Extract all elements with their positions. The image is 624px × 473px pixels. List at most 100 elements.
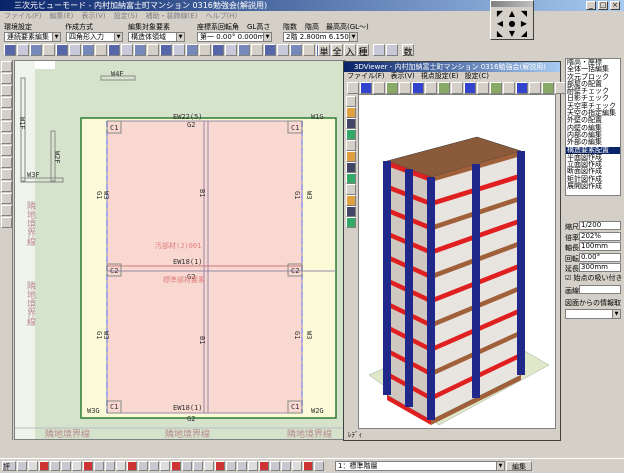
viewer-side-button[interactable] (346, 151, 356, 162)
viewer-side-button[interactable] (346, 206, 356, 217)
side-field[interactable]: 延長 300mm (565, 263, 621, 273)
viewer-side-button[interactable] (346, 184, 356, 195)
viewer-menu-file[interactable]: ファイル(F) (347, 72, 385, 81)
viewer-menu-view[interactable]: 表示(V) (391, 72, 415, 81)
viewer-side-button[interactable] (346, 129, 356, 140)
side-field[interactable]: 回転 0.00° (565, 252, 621, 263)
bottom-tool-button[interactable] (127, 461, 137, 471)
side-field[interactable]: 倍率 202% (565, 231, 621, 242)
side-field[interactable]: 軸長 100mm (565, 242, 621, 252)
arrow-down-icon[interactable]: ▼ (506, 29, 518, 39)
bottom-tool-button[interactable] (237, 461, 247, 471)
side-tool-button[interactable] (1, 73, 12, 84)
line-field[interactable]: 画線 (565, 285, 621, 295)
info-select[interactable]: ▼ (565, 309, 621, 319)
viewer-tool-button[interactable] (412, 82, 424, 94)
mode-button[interactable]: 評 (2, 461, 16, 471)
viewer-tool-button[interactable] (386, 82, 398, 94)
viewer-side-button[interactable] (346, 195, 356, 206)
side-tool-button[interactable] (1, 85, 12, 96)
viewer-tool-button[interactable] (399, 82, 411, 94)
side-tool-button[interactable] (1, 97, 12, 108)
viewer-side-button[interactable] (346, 96, 356, 107)
toolbar-tool-button[interactable] (121, 44, 133, 56)
viewer-tool-button[interactable] (490, 82, 502, 94)
bottom-tool-button[interactable] (61, 461, 71, 471)
bottom-tool-button[interactable] (314, 461, 324, 471)
floor-select[interactable]: 2階 2.800m 6.150m ▼ (283, 32, 358, 42)
toolbar-tool-button[interactable] (134, 44, 146, 56)
side-tool-button[interactable] (1, 181, 12, 192)
bottom-tool-button[interactable] (182, 461, 192, 471)
toolbar-tool-button[interactable] (212, 44, 224, 56)
toolbar-tool-button[interactable] (69, 44, 81, 56)
menu-file[interactable]: ファイル(F) (4, 11, 42, 21)
bottom-tool-button[interactable] (204, 461, 214, 471)
bottom-tool-button[interactable] (193, 461, 203, 471)
toolbar-tool-button[interactable] (147, 44, 159, 56)
bottom-tool-button[interactable] (259, 461, 269, 471)
viewer-tool-button[interactable] (542, 82, 554, 94)
bottom-tool-button[interactable] (248, 461, 258, 471)
menu-help[interactable]: ヘルプ(H) (205, 11, 237, 21)
viewer-tool-button[interactable] (451, 82, 463, 94)
viewer-tool-button[interactable] (477, 82, 489, 94)
toolbar-tool-button[interactable] (303, 44, 315, 56)
coord-select[interactable]: 第一 0.00° 0.000m ▼ (197, 32, 272, 42)
viewer-tool-button[interactable] (373, 82, 385, 94)
toolbar-tool-button[interactable] (108, 44, 120, 56)
side-tool-button[interactable] (1, 145, 12, 156)
arrow-down-left-icon[interactable]: ◣ (494, 29, 506, 39)
arrow-left-icon[interactable]: ◀ (494, 19, 506, 29)
viewer-tool-button[interactable] (529, 82, 541, 94)
command-list[interactable]: 階高・座標 全体一括編集 次元ブロック 部屋の配置 耐壁チェック 日影チェック 天空率チェッ… (565, 58, 621, 196)
target-select[interactable]: 構造体領域 ▼ (128, 32, 185, 42)
arrow-up-left-icon[interactable]: ◤ (494, 9, 506, 19)
maximize-button[interactable]: □ (598, 1, 608, 10)
tool-input[interactable]: 入 (344, 44, 356, 58)
toolbar-tool-button[interactable] (264, 44, 276, 56)
toolbar-tool-button[interactable] (238, 44, 250, 56)
viewer-menu-viewpoint[interactable]: 視点設定(E) (421, 72, 459, 81)
toolbar-tool-button[interactable] (82, 44, 94, 56)
bottom-tool-button[interactable] (160, 461, 170, 471)
toolbar-tool-button[interactable] (199, 44, 211, 56)
bottom-tool-button[interactable] (303, 461, 313, 471)
side-tool-button[interactable] (1, 109, 12, 120)
toolbar-tool-button[interactable] (225, 44, 237, 56)
side-tool-button[interactable] (1, 193, 12, 204)
menu-aux[interactable]: 補助・装飾線(E) (146, 11, 198, 21)
viewer-tool-button[interactable] (347, 82, 359, 94)
arrow-right-icon[interactable]: ▶ (518, 19, 530, 29)
toolbar-tool-button[interactable] (173, 44, 185, 56)
bottom-tool-button[interactable] (105, 461, 115, 471)
side-tool-button[interactable] (1, 217, 12, 228)
toolbar-tool-button[interactable] (95, 44, 107, 56)
viewer-side-button[interactable] (346, 107, 356, 118)
bottom-tool-button[interactable] (215, 461, 225, 471)
bottom-tool-button[interactable] (171, 461, 181, 471)
bottom-tool-button[interactable] (72, 461, 82, 471)
tool-count[interactable]: 数 (402, 44, 414, 58)
side-tool-button[interactable] (1, 205, 12, 216)
bottom-tool-button[interactable] (270, 461, 280, 471)
snap-checkbox[interactable]: ☑ 始点の吸い付き (565, 273, 623, 283)
side-tool-button[interactable] (1, 133, 12, 144)
viewer-side-button[interactable] (346, 140, 356, 151)
bottom-tool-button[interactable] (116, 461, 126, 471)
toolbar-tool-button[interactable] (30, 44, 42, 56)
method-select[interactable]: 四角形入力 ▼ (66, 32, 123, 42)
viewer-menu-settings[interactable]: 設定(C) (465, 72, 489, 81)
tool-frame[interactable] (373, 44, 385, 56)
tool-all[interactable]: 全 (331, 44, 343, 58)
bottom-tool-button[interactable] (149, 461, 159, 471)
side-tool-button[interactable] (1, 169, 12, 180)
bottom-tool-button[interactable] (138, 461, 148, 471)
viewer-tool-button[interactable] (438, 82, 450, 94)
env-select[interactable]: 連続要素編集 ▼ (4, 32, 61, 42)
viewer-side-button[interactable] (346, 162, 356, 173)
bottom-tool-button[interactable] (281, 461, 291, 471)
3d-view[interactable] (358, 94, 556, 429)
viewer-side-button[interactable] (346, 173, 356, 184)
menu-view[interactable]: 表示(V) (81, 11, 105, 21)
